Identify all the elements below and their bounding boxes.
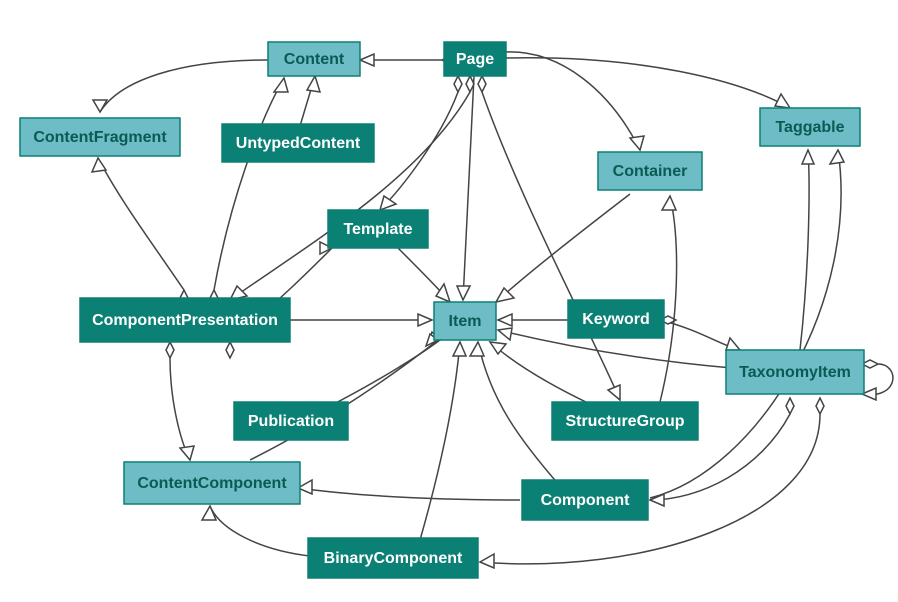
- edge-content-contentfragment: [100, 60, 268, 112]
- node-content: Content: [268, 42, 360, 76]
- node-binarycomponent: BinaryComponent: [308, 538, 478, 578]
- node-untypedcontent: UntypedContent: [222, 124, 374, 162]
- edge-page-container: [506, 52, 640, 150]
- edge-page-structuregroup: [482, 92, 620, 400]
- uml-diagram: Content Page Taggable ContentFragment Un…: [0, 0, 898, 602]
- edge-page-cp: [230, 92, 470, 300]
- node-componentpresentation: ComponentPresentation: [80, 298, 290, 342]
- label-keyword: Keyword: [582, 311, 650, 328]
- label-contentfragment: ContentFragment: [33, 129, 167, 146]
- node-taggable: Taggable: [760, 108, 860, 146]
- edge-taxonomy-self: [862, 364, 893, 395]
- edge-structuregroup-container: [660, 196, 677, 402]
- node-item: Item: [434, 302, 496, 340]
- label-componentpresentation: ComponentPresentation: [92, 312, 278, 329]
- node-publication: Publication: [234, 402, 348, 440]
- edge-publication-item: [330, 340, 440, 406]
- label-item: Item: [449, 313, 482, 330]
- edge-page-item: [463, 76, 474, 300]
- edge-page-taggable: [506, 58, 790, 108]
- node-contentfragment: ContentFragment: [20, 118, 180, 156]
- edge-cp-content: [214, 78, 284, 290]
- edge-contentcomponent-item: [250, 340, 438, 460]
- node-keyword: Keyword: [568, 300, 664, 338]
- edge-binarycomponent-item: [420, 342, 460, 540]
- edge-binarycomponent-contentcomponent: [210, 506, 310, 556]
- label-template: Template: [343, 221, 412, 238]
- label-publication: Publication: [248, 413, 334, 430]
- label-container: Container: [613, 163, 688, 180]
- label-untypedcontent: UntypedContent: [236, 135, 361, 152]
- label-taggable: Taggable: [775, 119, 844, 136]
- label-binarycomponent: BinaryComponent: [324, 550, 463, 567]
- nodes: Content Page Taggable ContentFragment Un…: [20, 42, 864, 578]
- node-taxonomyitem: TaxonomyItem: [726, 350, 864, 394]
- label-taxonomyitem: TaxonomyItem: [739, 364, 851, 381]
- node-component: Component: [522, 480, 648, 520]
- node-template: Template: [328, 210, 428, 248]
- label-page: Page: [456, 51, 494, 68]
- edge-container-item: [496, 194, 630, 302]
- node-structuregroup: StructureGroup: [552, 402, 698, 440]
- label-content: Content: [284, 51, 345, 68]
- edge-component-contentcomponent: [298, 488, 520, 500]
- edge-page-template: [380, 92, 458, 210]
- node-contentcomponent: ContentComponent: [124, 462, 300, 504]
- edge-cp-contentcomponent: [170, 358, 190, 460]
- edge-component-taggable: [650, 150, 841, 498]
- node-container: Container: [598, 152, 702, 190]
- label-component: Component: [541, 492, 631, 509]
- label-structuregroup: StructureGroup: [565, 413, 684, 430]
- edge-taxonomy-taggable: [800, 150, 809, 350]
- edge-cp-contentfragment: [98, 158, 184, 290]
- node-page: Page: [444, 42, 506, 76]
- label-contentcomponent: ContentComponent: [137, 475, 287, 492]
- edge-structuregroup-item: [490, 342, 590, 404]
